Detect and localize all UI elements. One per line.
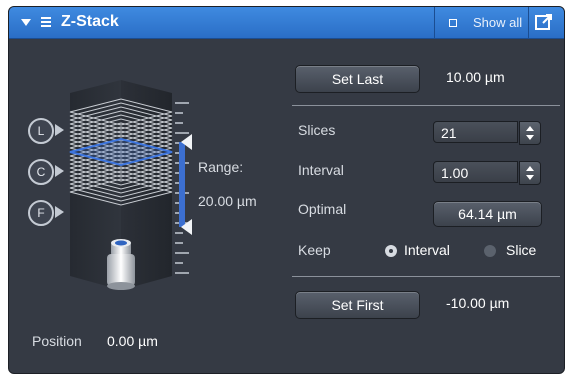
keep-slice-radio[interactable] [484,245,496,257]
set-last-button[interactable]: Set Last [295,65,420,93]
checkbox-icon[interactable] [449,19,457,27]
set-first-value: -10.00 µm [446,295,510,311]
set-first-button[interactable]: Set First [295,291,420,319]
keep-interval-label[interactable]: Interval [404,242,450,258]
interval-label: Interval [298,162,344,178]
divider-bottom [292,276,560,277]
decrement-icon[interactable] [526,175,534,180]
first-pointer-icon [55,206,64,218]
range-label: Range: [198,159,244,175]
interval-stepper[interactable]: 1.00 [433,161,541,185]
slices-label: Slices [298,122,336,138]
optimal-label: Optimal [298,201,347,217]
z-stack-panel: Z-Stack Show all L C F Range: 20.00 µm P… [8,6,565,374]
panel-title-bar: Z-Stack Show all [9,7,564,39]
slices-stepper[interactable]: 21 [433,121,541,145]
keep-label: Keep [298,242,331,258]
set-last-circle-button[interactable]: L [28,118,54,144]
decrement-icon[interactable] [526,135,534,140]
increment-icon[interactable] [526,166,534,171]
z-stack-visualization [69,80,192,290]
interval-spin-buttons[interactable] [519,161,541,185]
set-first-circle-button[interactable]: F [28,200,54,226]
increment-icon[interactable] [526,126,534,131]
divider-top [292,105,560,106]
optimal-button[interactable]: 64.14 µm [433,201,542,227]
keep-slice-label[interactable]: Slice [506,242,536,258]
position-value: 0.00 µm [107,333,158,349]
slices-input[interactable]: 21 [433,121,518,143]
position-label: Position [32,333,82,349]
collapse-triangle-icon[interactable] [21,19,31,26]
set-last-value: 10.00 µm [446,69,505,85]
show-all-toggle[interactable]: Show all [434,7,529,38]
panel-title: Z-Stack [61,13,119,30]
last-pointer-icon [55,124,64,136]
range-value: 20.00 µm [198,193,257,209]
center-circle-button[interactable]: C [28,159,54,185]
slices-spin-buttons[interactable] [519,121,541,145]
interval-input[interactable]: 1.00 [433,161,518,183]
undock-icon[interactable] [534,12,554,32]
objective-icon [107,239,135,290]
menu-icon[interactable] [41,17,51,28]
center-pointer-icon [55,165,64,177]
range-bar [179,142,185,227]
show-all-label: Show all [473,15,523,30]
keep-interval-radio[interactable] [385,245,397,257]
